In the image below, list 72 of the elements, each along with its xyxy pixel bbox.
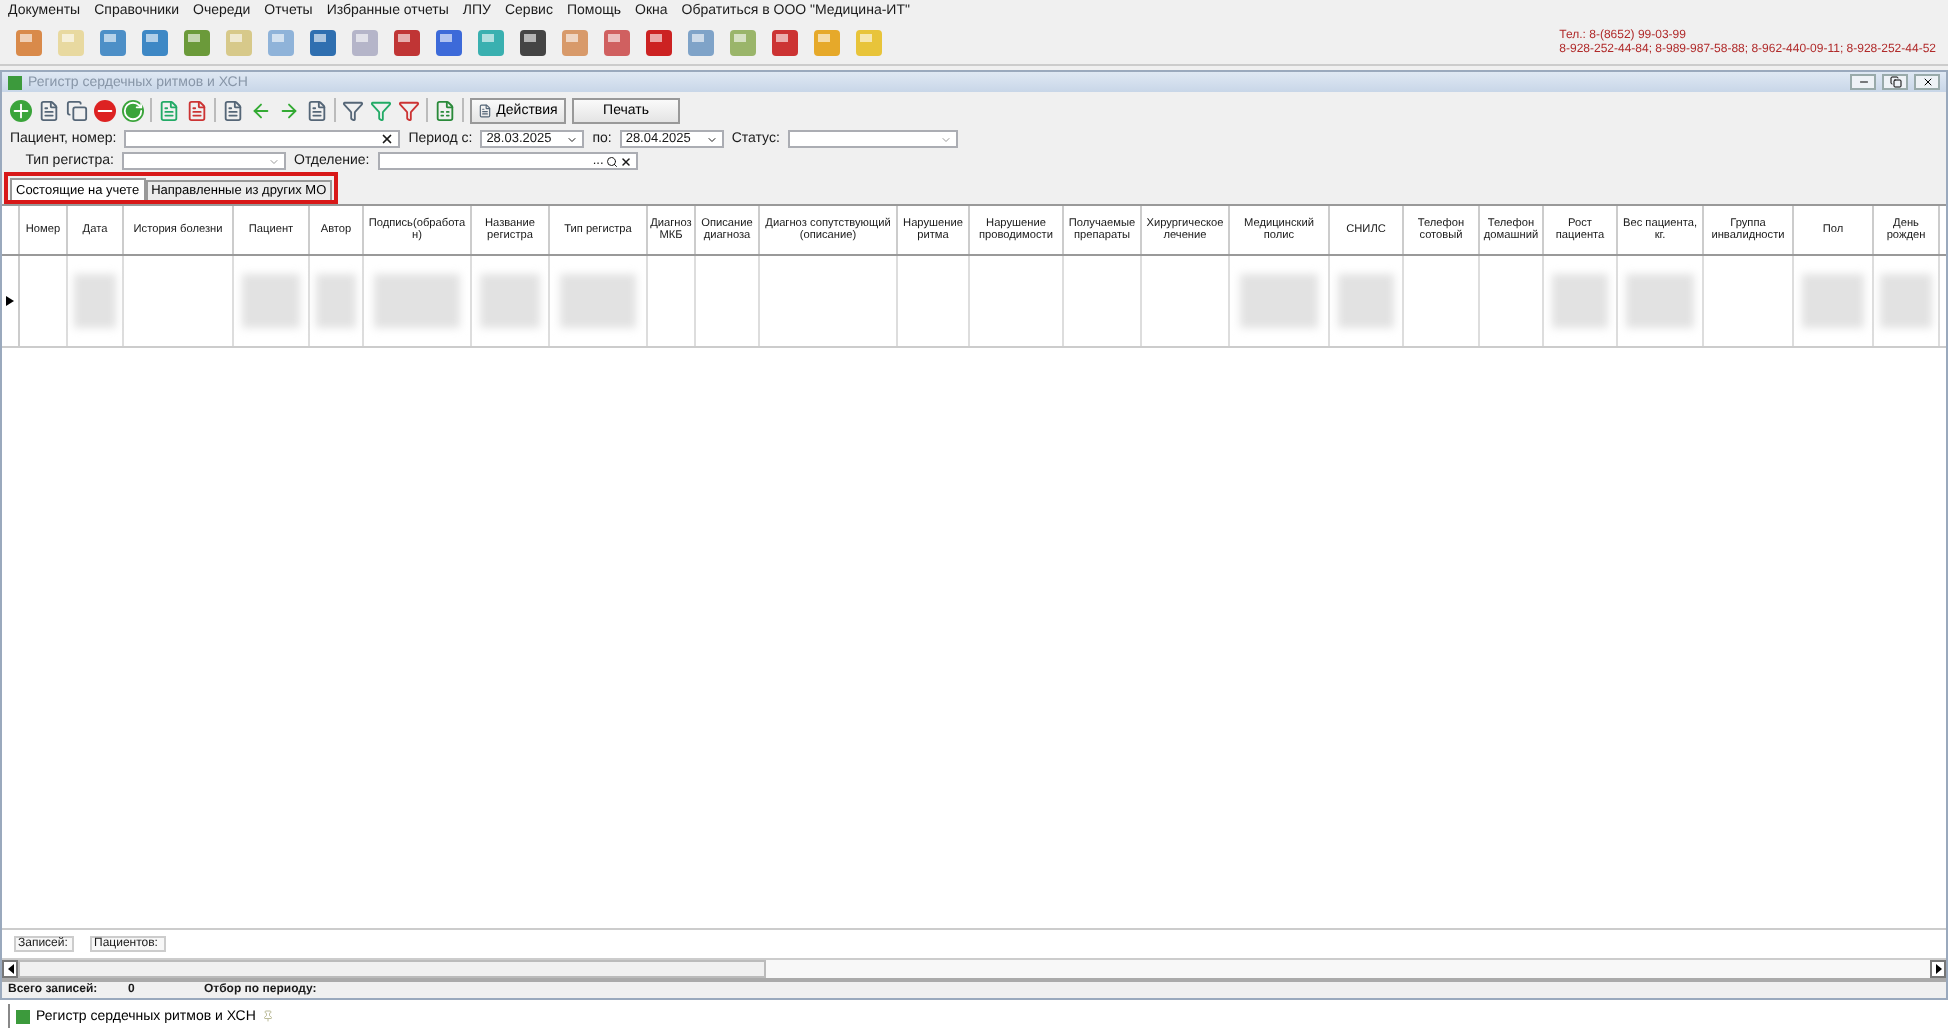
clear-icon[interactable] (619, 155, 632, 167)
clear-icon[interactable] (380, 132, 395, 146)
app-tile-icon[interactable] (54, 26, 88, 60)
restore-button[interactable] (1882, 74, 1908, 90)
register-type-select[interactable] (122, 152, 286, 170)
app-tile-icon[interactable] (222, 26, 256, 60)
redacted-block (241, 274, 301, 328)
right-arrow-icon (1935, 964, 1941, 974)
redacted-block (315, 274, 357, 328)
app-tile-icon[interactable] (516, 26, 550, 60)
add-button[interactable] (10, 99, 32, 121)
close-icon (1921, 76, 1933, 88)
back-button[interactable] (250, 99, 272, 121)
row-pointer-icon (6, 296, 14, 306)
app-tile-icon[interactable] (684, 26, 718, 60)
redacted-block (374, 274, 460, 328)
app-tile-icon[interactable] (600, 26, 634, 60)
redacted-block (559, 274, 637, 328)
app-tile-icon[interactable] (348, 26, 382, 60)
app-tile-icon[interactable] (810, 26, 844, 60)
redacted-block (1337, 274, 1395, 328)
minimize-button[interactable] (1850, 74, 1876, 90)
app-tile-icon[interactable] (306, 26, 340, 60)
document-button[interactable] (186, 99, 208, 121)
scroll-right-button[interactable] (1930, 960, 1946, 978)
app-tile-icon[interactable] (12, 26, 46, 60)
redacted-block (73, 274, 117, 328)
copy-button[interactable] (66, 99, 88, 121)
app-tile-icon[interactable] (138, 26, 172, 60)
document-icon (478, 103, 493, 117)
filter-button[interactable] (398, 99, 420, 121)
left-arrow-icon (7, 964, 13, 974)
document-button[interactable] (222, 99, 244, 121)
scroll-left-button[interactable] (2, 960, 18, 978)
redacted-block (1880, 274, 1932, 328)
redacted-block (1626, 274, 1694, 328)
window-icon (16, 1009, 30, 1023)
document-button[interactable] (306, 99, 328, 121)
filter-button[interactable] (342, 99, 364, 121)
spreadsheet-button[interactable] (434, 99, 456, 121)
document-button[interactable] (38, 99, 60, 121)
scrollbar-thumb[interactable] (18, 960, 766, 978)
forward-button[interactable] (278, 99, 300, 121)
app-tile-icon[interactable] (96, 26, 130, 60)
document-button[interactable] (158, 99, 180, 121)
redacted-block (479, 274, 541, 328)
app-tile-icon[interactable] (180, 26, 214, 60)
redacted-block (1239, 274, 1319, 328)
window-icon (8, 75, 22, 89)
dropdown-icon[interactable] (705, 133, 718, 145)
redacted-block (1801, 274, 1865, 328)
filter-button[interactable] (370, 99, 392, 121)
dropdown-icon[interactable] (566, 133, 579, 145)
refresh-button[interactable] (122, 99, 144, 121)
app-tile-icon[interactable] (264, 26, 298, 60)
app-tile-icon[interactable] (432, 26, 466, 60)
redacted-block (1551, 274, 1609, 328)
patient-field[interactable] (124, 130, 401, 148)
minimize-icon (1857, 76, 1869, 88)
app-tile-icon[interactable] (390, 26, 424, 60)
close-button[interactable] (1914, 74, 1940, 90)
app-tile-icon[interactable] (726, 26, 760, 60)
app-tile-icon[interactable] (852, 26, 886, 60)
restore-icon (1889, 76, 1901, 88)
search-icon[interactable] (605, 155, 618, 167)
app-tile-icon[interactable] (768, 26, 802, 60)
status-select[interactable] (787, 130, 958, 148)
app-tile-icon[interactable] (474, 26, 508, 60)
pin-icon[interactable] (261, 1010, 274, 1022)
app-tile-icon[interactable] (642, 26, 676, 60)
delete-button[interactable] (94, 99, 116, 121)
app-tile-icon[interactable] (558, 26, 592, 60)
